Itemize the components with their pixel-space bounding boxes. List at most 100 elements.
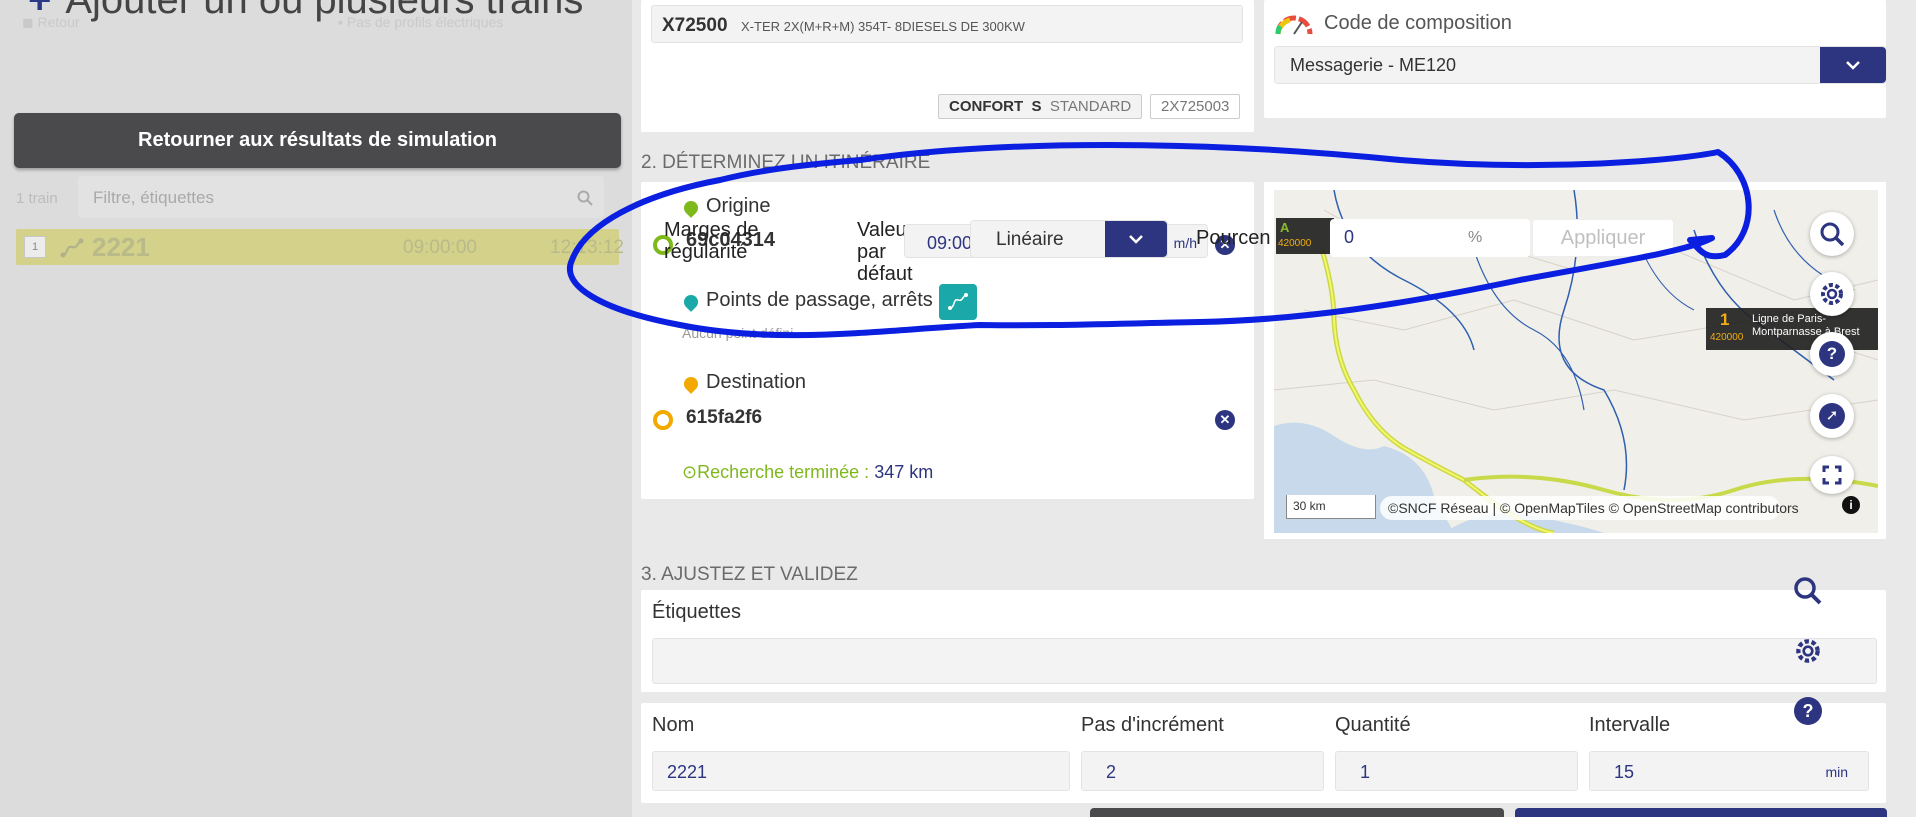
composition-value: Messagerie - ME120 (1290, 55, 1457, 75)
map-left-tooltip-code: 420000 (1278, 238, 1312, 249)
filter-input[interactable]: Filtre, étiquettes (78, 176, 604, 218)
chevron-down-icon (1846, 61, 1860, 70)
comfort-value: STANDARD (1049, 98, 1132, 115)
route-distance: 347 km (874, 462, 934, 482)
margin-type-dropdown-button[interactable] (1105, 221, 1167, 257)
gear-icon (1796, 639, 1820, 663)
left-panel: + Ajouter un ou plusieurs trains ◼ Retour… (0, 0, 632, 817)
tags-label: Étiquettes (652, 601, 741, 623)
search-done-label: Recherche terminée : (697, 462, 870, 482)
margins-label: Marges de régularité (664, 219, 759, 263)
speed-unit: m/h (1173, 235, 1197, 251)
filter-placeholder: Filtre, étiquettes (93, 188, 214, 207)
map-compass-button[interactable]: ➚ (1810, 394, 1854, 438)
increment-input[interactable]: 2 (1081, 751, 1324, 791)
side-settings-button[interactable] (1786, 629, 1830, 673)
tags-input[interactable] (652, 638, 1877, 684)
percent-input[interactable]: 0 % (1330, 219, 1530, 257)
info-icon[interactable]: i (1842, 496, 1860, 514)
search-icon (1820, 222, 1845, 247)
fullscreen-icon (1822, 465, 1842, 485)
train-end-time: 12:13:12 (550, 237, 624, 258)
gear-icon (1821, 283, 1843, 305)
interval-unit: min (1825, 764, 1848, 780)
variant-tag: 2X725003 (1150, 94, 1241, 119)
chevron-down-icon (1129, 235, 1143, 244)
composition-select[interactable]: Messagerie - ME120 (1274, 46, 1887, 84)
margin-type-value: Linéaire (996, 229, 1064, 250)
side-help-button[interactable]: ? (1786, 689, 1830, 733)
electrical-profiles-info: ▪ Pas de profils électriques (338, 14, 504, 30)
side-search-button[interactable] (1786, 569, 1830, 613)
quantity-label: Quantité (1335, 714, 1411, 736)
back-to-results-button[interactable]: Retourner aux résultats de simulation (14, 113, 621, 168)
rolling-stock-code: X72500 (662, 15, 728, 36)
line-tooltip-name: Ligne de Paris-Montparnasse à Brest (1752, 313, 1860, 338)
line-tooltip: 1 420000 Ligne de Paris-Montparnasse à B… (1706, 308, 1878, 350)
search-icon (1794, 577, 1822, 605)
back-link-label: Retour (37, 14, 80, 30)
help-icon: ? (1819, 341, 1845, 367)
comfort-label: CONFORT (949, 98, 1024, 115)
map-left-tooltip: A 420000 (1276, 218, 1334, 254)
edit-vias-button[interactable] (939, 284, 977, 320)
map-fullscreen-button[interactable] (1810, 456, 1854, 494)
validate-section-title: 3. AJUSTEZ ET VALIDEZ (641, 564, 858, 585)
train-row[interactable]: 1 2221 09:00:00 12:13:12 (16, 229, 624, 265)
route-edit-icon (948, 293, 968, 310)
map-settings-button[interactable] (1810, 272, 1854, 316)
vias-header: Points de passage, arrêts (681, 289, 933, 312)
cancel-button[interactable] (1090, 808, 1504, 817)
map-scale: 30 km (1286, 495, 1376, 519)
composition-dropdown-button[interactable] (1820, 47, 1886, 83)
train-count: 1 train (16, 190, 58, 207)
via-pin-icon (681, 291, 701, 312)
rolling-stock-selector[interactable]: X72500 X-TER 2X(M+R+M) 354T- 8DIESELS DE… (651, 5, 1243, 43)
submit-button[interactable] (1515, 808, 1887, 817)
map-help-button[interactable]: ? (1810, 332, 1854, 376)
train-start-time: 09:00:00 (403, 237, 477, 258)
back-link[interactable]: ◼ Retour (22, 14, 80, 31)
comfort-short: S (1031, 98, 1042, 115)
itinerary-section-title: 2. DÉTERMINEZ UN ITINÉRAIRE (641, 152, 931, 173)
destination-value: 615fa2f6 (686, 407, 763, 428)
page-title-text: Ajouter un ou plusieurs trains (65, 0, 584, 22)
name-input[interactable]: 2221 (652, 751, 1070, 791)
margin-type-select[interactable]: Linéaire (970, 220, 1168, 258)
electrical-profiles-text: Pas de profils électriques (346, 14, 504, 30)
origin-label: Origine (706, 195, 771, 217)
apply-button[interactable]: Appliquer (1532, 219, 1674, 257)
interval-label: Intervalle (1589, 714, 1671, 736)
percent-unit: % (1468, 229, 1483, 246)
quantity-input[interactable]: 1 (1335, 751, 1578, 791)
composition-label: Code de composition (1324, 12, 1512, 34)
rolling-stock-card[interactable]: X72500 X-TER 2X(M+R+M) 354T- 8DIESELS DE… (641, 0, 1254, 132)
interval-input[interactable]: 15 min (1589, 751, 1869, 791)
line-tooltip-number: 1 (1720, 310, 1730, 329)
naming-card: Nom 2221 Pas d'incrément 2 Quantité 1 In… (641, 703, 1886, 803)
increment-value: 2 (1106, 762, 1117, 782)
remove-destination-button[interactable]: ✕ (1215, 410, 1235, 430)
percent-value: 0 (1344, 227, 1355, 247)
map-search-button[interactable] (1810, 212, 1854, 256)
comfort-tag: CONFORT S STANDARD (938, 94, 1143, 119)
train-index: 1 (24, 236, 46, 258)
name-value: 2221 (667, 762, 708, 782)
compass-icon: ➚ (1819, 403, 1845, 429)
map-attribution: ©SNCF Réseau | © OpenMapTiles © OpenStre… (1380, 496, 1799, 520)
percent-label: Pourcentage (1196, 227, 1270, 249)
destination-label: Destination (706, 371, 807, 393)
map-left-tooltip-letter: A (1280, 220, 1290, 235)
destination-pin-icon (681, 373, 701, 394)
search-status: ⊙Recherche terminée : 347 km (682, 462, 933, 483)
origin-pin-icon (681, 197, 701, 218)
name-label: Nom (652, 714, 695, 736)
destination-header: Destination (681, 371, 807, 394)
origin-header: Origine (681, 195, 771, 218)
gauge-icon (1275, 15, 1313, 35)
route-icon (60, 238, 84, 258)
rolling-stock-description: X-TER 2X(M+R+M) 354T- 8DIESELS DE 300KW (741, 19, 1025, 34)
search-icon (577, 190, 593, 206)
composition-card: Code de composition Messagerie - ME120 (1264, 0, 1887, 118)
help-icon: ? (1794, 697, 1822, 725)
